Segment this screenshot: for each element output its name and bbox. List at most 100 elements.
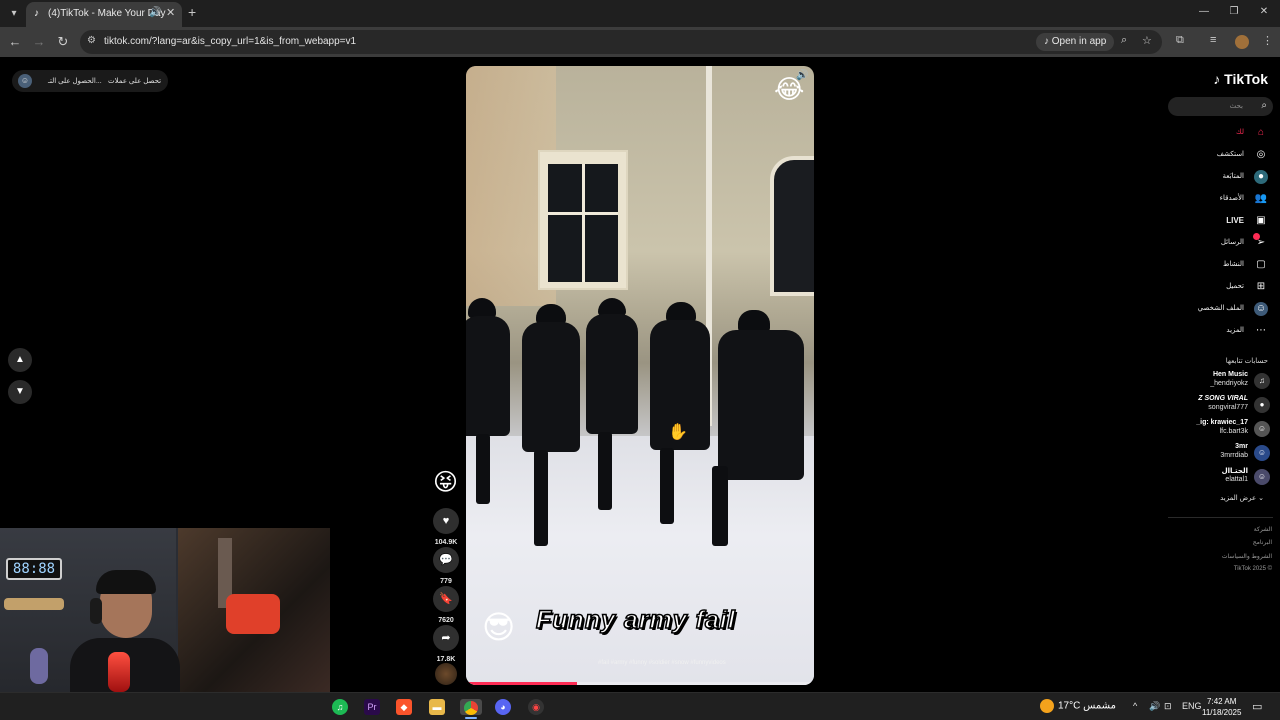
obs-record-icon[interactable]: ◉: [528, 699, 544, 715]
profile-avatar[interactable]: [1235, 35, 1249, 49]
footer-link-program[interactable]: البرنامج: [1253, 539, 1272, 546]
zoom-icon[interactable]: ⌕: [1121, 34, 1127, 47]
music-disc-icon[interactable]: [435, 663, 457, 685]
bookmark-star-icon[interactable]: ☆: [1142, 34, 1152, 47]
new-tab-button[interactable]: +: [188, 4, 196, 20]
volume-tray-icon[interactable]: 🔊: [1149, 701, 1160, 712]
notifications-icon[interactable]: ▭: [1252, 700, 1262, 713]
like-action[interactable]: ♥ 104.9K: [433, 508, 459, 546]
comment-action[interactable]: 💬 779: [433, 547, 459, 585]
footer-link-company[interactable]: الشركة: [1254, 526, 1272, 533]
profile-icon: ☺: [1254, 302, 1268, 316]
footer-link-terms[interactable]: الشروط والسياسات: [1222, 553, 1272, 560]
browser-tab-bar: ▾ ♪ (4)TikTok - Make Your Day 🔊 ✕ + — ❐ …: [0, 0, 1280, 27]
brave-icon[interactable]: ◆: [396, 699, 412, 715]
following-account[interactable]: ♫ Hen Music _hendriyokz: [1150, 371, 1270, 391]
tab-audio-icon[interactable]: 🔊: [149, 7, 161, 18]
restore-icon[interactable]: ❐: [1226, 6, 1242, 17]
chrome-icon[interactable]: [460, 699, 482, 715]
like-count: 104.9K: [434, 539, 458, 546]
video-progress-bar[interactable]: [466, 682, 814, 685]
reload-icon[interactable]: ↻: [55, 34, 71, 50]
back-icon[interactable]: ←: [7, 34, 23, 49]
following-accounts-title: حسابات تتابعها: [1225, 358, 1268, 365]
more-icon: ⋯: [1256, 325, 1266, 336]
save-count: 7620: [438, 617, 454, 624]
sidebar-item-explore[interactable]: ◎ استكشف: [1158, 147, 1268, 163]
share-action[interactable]: ➦ 17.8K: [433, 625, 459, 663]
soldier-hat: [666, 302, 696, 322]
language-indicator[interactable]: ENG: [1182, 701, 1202, 711]
tray-chevron-icon[interactable]: ^: [1133, 701, 1137, 711]
search-input[interactable]: بحث ⌕: [1168, 97, 1273, 116]
volume-icon[interactable]: 🔊: [796, 70, 808, 81]
next-video-button[interactable]: ▼: [8, 380, 32, 404]
file-explorer-icon[interactable]: ▬: [429, 699, 445, 715]
following-account[interactable]: ☺ الحتـاال elattal1: [1150, 467, 1270, 487]
following-account[interactable]: ● Z SONG VIRAL songviral777: [1150, 395, 1270, 415]
creator-avatar[interactable]: 😝: [433, 468, 458, 497]
comment-icon[interactable]: 💬: [433, 547, 459, 573]
following-account[interactable]: ☺ 3mr 3mrrdiab: [1150, 443, 1270, 463]
sidebar-item-live[interactable]: ▣ LIVE: [1158, 213, 1268, 229]
close-window-icon[interactable]: ✕: [1256, 6, 1272, 17]
save-action[interactable]: 🔖 7620: [433, 586, 459, 624]
clock-time: 7:42 AM: [1207, 697, 1237, 706]
promo-text-get: الحصول على التـ...: [48, 78, 102, 85]
sidebar-item-following[interactable]: ● المتابَعة: [1158, 169, 1268, 185]
sidebar-item-upload[interactable]: ⊞ تحميل: [1158, 279, 1268, 295]
poster-red-car: [226, 594, 280, 634]
see-more-link[interactable]: عرض المزيد ⌄: [1220, 494, 1264, 502]
minimize-icon[interactable]: —: [1196, 6, 1212, 17]
sidebar-item-messages[interactable]: ➢ الرسائل: [1158, 233, 1268, 251]
discord-icon[interactable]: ◕: [495, 699, 511, 715]
sidebar-item-label: لك: [1235, 129, 1244, 136]
weather-widget[interactable]: 17°C مشمس: [1040, 699, 1116, 713]
premiere-icon[interactable]: Pr: [364, 699, 380, 715]
sidebar-divider: [1168, 517, 1273, 518]
sidebar-item-activity[interactable]: ▢ النشاط: [1158, 257, 1268, 273]
chrome-active-indicator: [465, 717, 477, 719]
account-name: الحتـاال: [1221, 468, 1248, 475]
site-info-icon[interactable]: ⚙: [87, 35, 96, 46]
browser-toolbar: ← → ↻ ⚙ tiktok.com/?lang=ar&is_copy_url=…: [0, 27, 1280, 57]
share-icon[interactable]: ➦: [433, 625, 459, 651]
media-control-icon[interactable]: ≡: [1210, 34, 1216, 46]
tiktok-logo[interactable]: ♪ TikTok: [1213, 71, 1268, 87]
video-hashtags[interactable]: #fail #army #funny #soldier #snow #funny…: [598, 660, 726, 666]
comment-count: 779: [440, 578, 452, 585]
heart-icon[interactable]: ♥: [433, 508, 459, 534]
sidebar-item-for-you[interactable]: ⌂ لك: [1158, 125, 1268, 141]
window-frame-v: [582, 164, 585, 282]
forward-icon[interactable]: →: [31, 34, 47, 49]
video-progress-fill: [466, 682, 578, 685]
spotify-icon[interactable]: ♫: [332, 699, 348, 715]
bookmark-icon[interactable]: 🔖: [433, 586, 459, 612]
open-in-app-button[interactable]: ♪ Open in app: [1036, 33, 1115, 51]
sidebar-item-label: المزيد: [1226, 327, 1244, 334]
account-username: elattal1: [1225, 476, 1248, 483]
extensions-icon[interactable]: ⧉: [1176, 34, 1184, 47]
sidebar-item-label: تحميل: [1226, 283, 1244, 290]
open-in-app-label: Open in app: [1051, 36, 1107, 47]
tab-close-icon[interactable]: ✕: [166, 6, 175, 19]
sidebar-item-more[interactable]: ⋯ المزيد: [1158, 323, 1268, 339]
network-icon[interactable]: ⊡: [1164, 701, 1172, 712]
sidebar-item-friends[interactable]: 👥 الأصدقاء: [1158, 191, 1268, 207]
system-clock[interactable]: 7:42 AM 11/18/2025: [1202, 696, 1241, 718]
share-count: 17.8K: [436, 656, 456, 663]
search-icon[interactable]: ⌕: [1261, 100, 1267, 111]
account-name: Hen Music: [1212, 371, 1248, 378]
tab-list-chevron-icon[interactable]: ▾: [6, 6, 22, 22]
tab-tiktok[interactable]: ♪ (4)TikTok - Make Your Day 🔊 ✕: [26, 2, 182, 27]
coins-promo-pill[interactable]: ☺ الحصول على التـ... تحصل على عملات: [12, 70, 168, 92]
url-text[interactable]: tiktok.com/?lang=ar&is_copy_url=1&is_fro…: [104, 36, 356, 47]
sidebar-item-label: LIVE: [1226, 216, 1244, 225]
promo-text-coins: تحصل على عملات: [108, 78, 162, 85]
video-player[interactable]: 😂 🔊 😎 Funny army fail #fail #army #funny…: [466, 66, 814, 685]
menu-dots-icon[interactable]: ⋮: [1262, 34, 1273, 47]
following-account[interactable]: ☺ _ig: krawiec_17 lfc.bart3k: [1150, 419, 1270, 439]
sidebar-item-profile[interactable]: ☺ الملف الشخصي: [1158, 301, 1268, 317]
previous-video-button[interactable]: ▲: [8, 348, 32, 372]
address-bar[interactable]: ⚙ tiktok.com/?lang=ar&is_copy_url=1&is_f…: [80, 30, 1162, 54]
